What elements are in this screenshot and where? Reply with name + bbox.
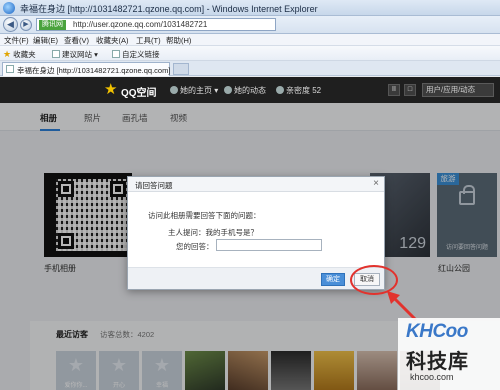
back-button[interactable]: ◀	[3, 17, 18, 32]
owner-question: 主人提问：我的手机号是？	[168, 228, 258, 237]
dialog-footer: 确定 取消	[128, 267, 384, 289]
watermark-url: khcoo.com	[410, 372, 454, 382]
feed-icon	[224, 86, 232, 94]
custom-links-label: 自定义链接	[122, 50, 160, 59]
page-icon	[112, 50, 120, 58]
dialog-question-intro: 访问此相册需要回答下面的问题：	[148, 211, 261, 220]
custom-links-link[interactable]: 自定义链接	[112, 49, 160, 60]
tab-title: 幸福在身边 [http://1031482721.qzone.qq.com]	[17, 66, 171, 75]
browser-tab-active[interactable]: 幸福在身边 [http://1031482721.qzone.qq.com]	[2, 62, 170, 76]
favorites-bar: ★ 收藏夹 建议网站 ▾ 自定义链接	[0, 46, 500, 61]
menu-help[interactable]: 帮助(H)	[166, 35, 191, 46]
url-text: http://user.qzone.qq.com/1031482721	[73, 20, 208, 29]
close-icon[interactable]: ×	[373, 178, 379, 189]
nav-intimacy-label: 亲密度 52	[286, 86, 322, 95]
avatar-icon	[170, 86, 178, 94]
window-title: 幸福在身边 [http://1031482721.qzone.qq.com] -…	[20, 4, 318, 14]
menu-edit[interactable]: 编辑(E)	[33, 35, 58, 46]
answer-question-dialog: 请回答问题 × 访问此相册需要回答下面的问题： 主人提问：我的手机号是？ 您的回…	[127, 176, 385, 290]
menu-file[interactable]: 文件(F)	[4, 35, 29, 46]
browser-tab-bar: 幸福在身边 [http://1031482721.qzone.qq.com]	[0, 61, 500, 76]
suggested-sites-link[interactable]: 建议网站 ▾	[52, 49, 98, 60]
menu-bar: 文件(F) 编辑(E) 查看(V) 收藏夹(A) 工具(T) 帮助(H)	[0, 34, 500, 46]
url-site-badge: 腾讯网	[39, 20, 66, 30]
confirm-button[interactable]: 确定	[321, 273, 345, 286]
qzone-header: ★ QQ空间 她的主页 ▾ 她的动态 亲密度 52 II □ 用户/应用/动态	[0, 77, 500, 103]
menu-view[interactable]: 查看(V)	[64, 35, 89, 46]
nav-her-homepage-label: 她的主页 ▾	[180, 86, 219, 95]
url-input[interactable]: 腾讯网 http://user.qzone.qq.com/1031482721	[36, 18, 276, 31]
new-tab-button[interactable]	[173, 63, 189, 75]
menu-favorites[interactable]: 收藏夹(A)	[96, 35, 129, 46]
dialog-header: 请回答问题 ×	[128, 177, 384, 192]
favorites-label: 收藏夹	[13, 50, 36, 59]
forward-button[interactable]: ▶	[20, 19, 32, 31]
nav-her-homepage[interactable]: 她的主页 ▾	[170, 85, 218, 96]
answer-input[interactable]	[216, 239, 322, 251]
page-icon	[6, 65, 14, 73]
window-toggle-button[interactable]: □	[404, 84, 416, 96]
pause-music-button[interactable]: II	[388, 84, 400, 96]
page-icon	[52, 50, 60, 58]
address-bar: ◀ ▶ 腾讯网 http://user.qzone.qq.com/1031482…	[0, 16, 500, 34]
suggested-sites-label: 建议网站 ▾	[62, 50, 98, 59]
nav-intimacy[interactable]: 亲密度 52	[276, 85, 321, 96]
menu-tools[interactable]: 工具(T)	[136, 35, 161, 46]
star-icon: ★	[3, 49, 12, 59]
answer-label: 您的回答：	[176, 242, 214, 251]
dialog-title: 请回答问题	[135, 181, 173, 190]
khcoo-watermark: KHCoo 科技库 khcoo.com	[398, 318, 500, 390]
watermark-logo: KHCoo	[406, 321, 468, 342]
browser-titlebar: 幸福在身边 [http://1031482721.qzone.qq.com] -…	[0, 0, 500, 16]
nav-her-feed-label: 她的动态	[234, 86, 266, 95]
qzone-star-logo-icon: ★	[104, 81, 118, 98]
watermark-brand: 科技库	[406, 351, 469, 373]
intimacy-icon	[276, 86, 284, 94]
ie-logo-icon	[3, 2, 15, 14]
nav-her-feed[interactable]: 她的动态	[224, 85, 266, 96]
qzone-search-input[interactable]: 用户/应用/动态	[422, 83, 494, 97]
qzone-brand: QQ空间	[121, 88, 157, 99]
favorites-button[interactable]: ★ 收藏夹	[3, 49, 36, 60]
